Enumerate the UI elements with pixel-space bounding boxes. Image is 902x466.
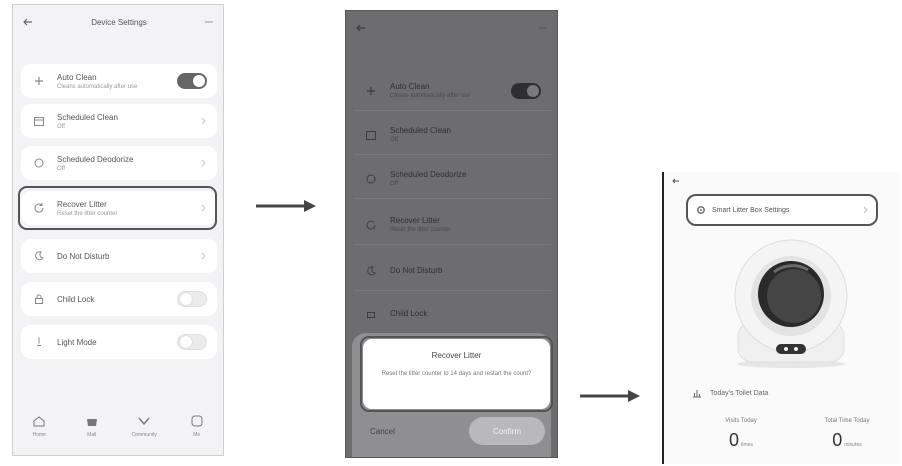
calendar-icon (364, 128, 378, 142)
stat-value: 0 (832, 430, 843, 450)
stats-row: Visits Today 0 times Total Time Today 0 … (694, 418, 894, 451)
more-icon[interactable] (539, 26, 547, 30)
back-arrow-icon[interactable] (672, 178, 680, 184)
lock-icon (31, 291, 47, 307)
litter-box-image (734, 239, 848, 368)
tab-label: Home (32, 432, 46, 438)
device-home-screen: Smart Litter Box Settings Today's Toilet… (662, 172, 900, 464)
setting-sublabel: Off (57, 165, 65, 172)
stat-value: 0 (729, 430, 740, 450)
back-arrow-icon[interactable] (23, 18, 33, 26)
chevron-right-icon (863, 206, 868, 214)
light-icon (31, 334, 47, 350)
deodorize-icon (31, 155, 47, 171)
setting-label: Scheduled Deodorize (57, 154, 134, 164)
setting-sublabel: Cleans automatically after use (57, 83, 138, 90)
setting-sublabel: Off (390, 137, 398, 143)
clean-icon (31, 73, 47, 89)
stat-label: Total Time Today (824, 418, 870, 424)
page-title: Device Settings (91, 17, 147, 27)
gear-icon (696, 205, 706, 215)
setting-label: Auto Clean (390, 82, 430, 91)
auto-clean-toggle (511, 82, 541, 99)
confirm-dialog-screen: Auto Clean Cleans automatically after us… (345, 10, 558, 458)
tab-label: Me (193, 432, 201, 438)
community-icon (137, 415, 151, 427)
lock-icon (364, 306, 378, 320)
setting-scheduled-deodorize[interactable]: Scheduled Deodorize Off (21, 146, 217, 180)
setting-sublabel: Off (390, 181, 398, 187)
auto-clean-toggle[interactable] (177, 73, 207, 89)
setting-label: Child Lock (390, 308, 428, 318)
chevron-right-icon (199, 116, 207, 126)
tutorial-canvas: Device Settings Auto Clean Cleans automa… (0, 0, 902, 466)
setting-label: Do Not Disturb (390, 266, 443, 275)
setting-sublabel: Cleans automatically after use (390, 93, 471, 99)
setting-label: Recover Litter (390, 216, 440, 225)
setting-label: Scheduled Clean (390, 126, 451, 135)
tab-home[interactable]: Home (14, 415, 64, 438)
setting-do-not-disturb: Do Not Disturb (354, 251, 551, 291)
setting-sublabel: Off (57, 123, 65, 130)
back-arrow-icon[interactable] (356, 24, 366, 32)
top-bar: Device Settings (13, 5, 223, 39)
setting-label: Scheduled Clean (57, 112, 118, 122)
moon-icon (31, 248, 47, 264)
setting-light-mode[interactable]: Light Mode (21, 325, 217, 359)
setting-label: Do Not Disturb (57, 251, 110, 261)
setting-label: Child Lock (57, 294, 95, 304)
setting-label: Light Mode (57, 337, 97, 347)
stat-duration: Total Time Today 0 minutes (800, 418, 894, 451)
refresh-icon (364, 218, 378, 232)
tab-mall[interactable]: Mall (67, 415, 117, 438)
chevron-right-icon (199, 158, 207, 168)
stat-visits: Visits Today 0 times (694, 418, 788, 451)
setting-scheduled-clean[interactable]: Scheduled Clean Off (21, 104, 217, 138)
setting-auto-clean[interactable]: Auto Clean Cleans automatically after us… (21, 64, 217, 98)
setting-child-lock[interactable]: Child Lock (21, 282, 217, 316)
highlight-box (18, 186, 217, 230)
setting-scheduled-deodorize: Scheduled Deodorize Off (354, 159, 551, 199)
more-icon[interactable] (205, 20, 213, 24)
clean-icon (364, 84, 378, 98)
tab-community[interactable]: Community (119, 415, 169, 438)
setting-label: Auto Clean (57, 72, 97, 82)
moon-icon (364, 264, 378, 278)
stat-unit: minutes (844, 442, 862, 448)
stat-unit: times (741, 442, 753, 448)
top-bar (346, 11, 557, 45)
tab-me[interactable]: Me (172, 415, 222, 438)
highlight-box (360, 336, 553, 412)
home-icon (32, 415, 46, 427)
setting-do-not-disturb[interactable]: Do Not Disturb (21, 239, 217, 273)
stats-header: Today's Toilet Data (692, 388, 768, 398)
arrow-right-icon (256, 200, 316, 212)
tab-label: Mall (87, 432, 97, 438)
tab-label: Community (131, 432, 157, 438)
confirm-button[interactable]: Confirm (469, 417, 545, 445)
child-lock-toggle[interactable] (177, 291, 207, 307)
cancel-button[interactable]: Cancel (362, 427, 403, 436)
setting-auto-clean: Auto Clean Cleans automatically after us… (354, 71, 551, 111)
setting-scheduled-clean: Scheduled Clean Off (354, 115, 551, 155)
stats-title: Today's Toilet Data (710, 389, 769, 397)
dialog-button-row: Cancel Confirm (362, 417, 545, 445)
arrow-right-icon (580, 390, 640, 402)
setting-label: Scheduled Deodorize (390, 170, 467, 179)
light-mode-toggle[interactable] (177, 334, 207, 350)
deodorize-icon (364, 172, 378, 186)
chevron-right-icon (199, 251, 207, 261)
setting-recover-litter: Recover Litter Reset the litter counter (354, 205, 551, 245)
stat-label: Visits Today (725, 418, 757, 424)
settings-screen: Device Settings Auto Clean Cleans automa… (12, 4, 224, 456)
setting-child-lock: Child Lock (354, 293, 551, 333)
stats-icon (692, 388, 702, 398)
setting-sublabel: Reset the litter counter (390, 227, 451, 233)
shop-icon (85, 415, 99, 427)
bottom-tab-bar: Home Mall Community Me (13, 407, 223, 455)
profile-icon (190, 415, 204, 427)
device-settings-label: Smart Litter Box Settings (712, 206, 790, 214)
device-settings-entry[interactable]: Smart Litter Box Settings (686, 194, 878, 226)
calendar-icon (31, 113, 47, 129)
